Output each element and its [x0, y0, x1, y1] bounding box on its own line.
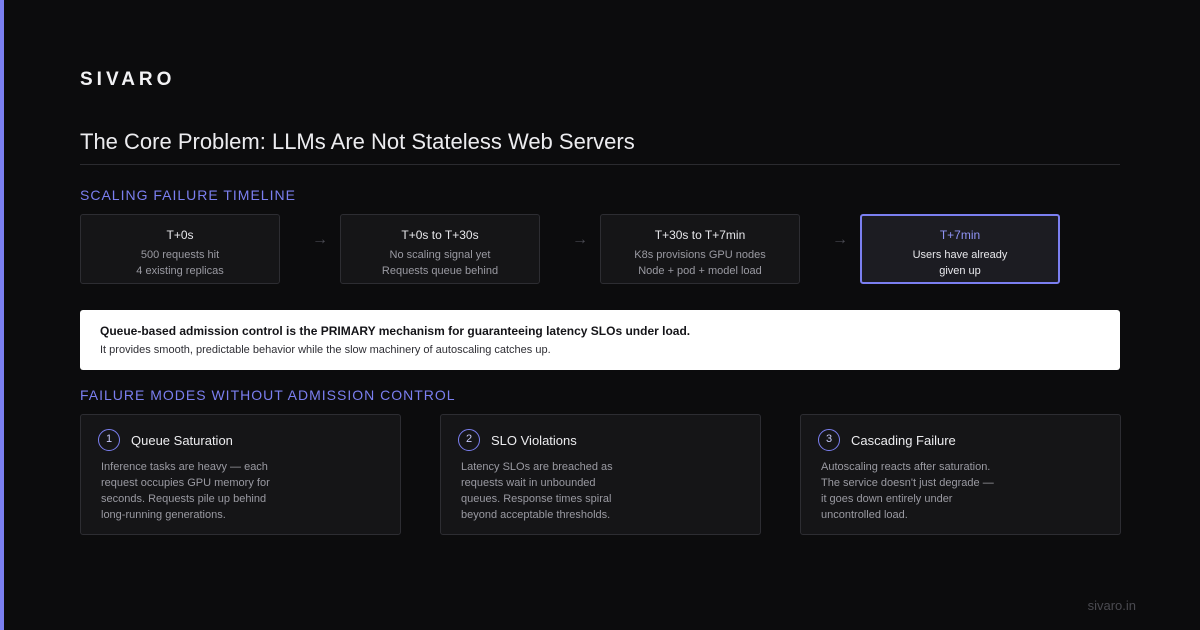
accent-bar: [0, 0, 4, 630]
timeline-step-time: T+0s: [166, 228, 194, 242]
failure-modes-section-label: FAILURE MODES WITHOUT ADMISSION CONTROL: [80, 387, 456, 403]
callout-subtext: It provides smooth, predictable behavior…: [100, 344, 551, 356]
timeline-step-1: T+0s 500 requests hit 4 existing replica…: [80, 214, 280, 284]
timeline-step-line1: 500 requests hit: [140, 249, 220, 261]
page-title: The Core Problem: LLMs Are Not Stateless…: [80, 129, 635, 154]
failure-mode-description: Inference tasks are heavy — each request…: [101, 461, 270, 521]
number-badge: 2: [458, 429, 480, 451]
failure-mode-title: Queue Saturation: [131, 433, 233, 448]
number-badge: 3: [818, 429, 840, 451]
timeline-step-line1: Users have already: [912, 249, 1008, 261]
timeline-step-4: T+7min Users have already given up: [860, 214, 1060, 284]
timeline-step-line1: No scaling signal yet: [389, 249, 491, 261]
failure-mode-title: SLO Violations: [491, 433, 577, 448]
callout-heading: Queue-based admission control is the PRI…: [100, 324, 691, 338]
failure-mode-title: Cascading Failure: [851, 433, 956, 448]
key-insight-callout: Queue-based admission control is the PRI…: [80, 310, 1120, 370]
arrow-right-icon: →: [832, 231, 848, 248]
timeline-step-line2: given up: [939, 265, 981, 277]
failure-mode-card-queue-saturation: 1 Queue Saturation Inference tasks are h…: [80, 414, 401, 535]
failure-mode-card-cascading-failure: 3 Cascading Failure Autoscaling reacts a…: [800, 414, 1121, 535]
timeline-step-time: T+30s to T+7min: [654, 228, 746, 242]
logo: SIVARO: [80, 69, 176, 90]
failure-mode-description: Autoscaling reacts after saturation. The…: [821, 461, 994, 521]
timeline-step-time: T+7min: [939, 228, 981, 242]
timeline-step-line2: 4 existing replicas: [136, 265, 224, 277]
timeline-step-2: T+0s to T+30s No scaling signal yet Requ…: [340, 214, 540, 284]
timeline-step-line2: Requests queue behind: [381, 265, 499, 277]
timeline-step-time: T+0s to T+30s: [401, 228, 479, 242]
timeline-step-line1: K8s provisions GPU nodes: [634, 249, 766, 261]
title-divider: [80, 164, 1120, 165]
footer-url: sivaro.in: [1087, 598, 1136, 613]
failure-mode-card-slo-violations: 2 SLO Violations Latency SLOs are breach…: [440, 414, 761, 535]
timeline-step-line2: Node + pod + model load: [638, 265, 762, 277]
timeline-section-label: SCALING FAILURE TIMELINE: [80, 187, 296, 203]
number-badge: 1: [98, 429, 120, 451]
failure-mode-description: Latency SLOs are breached as requests wa…: [461, 461, 613, 521]
timeline-step-3: T+30s to T+7min K8s provisions GPU nodes…: [600, 214, 800, 284]
arrow-right-icon: →: [572, 231, 588, 248]
arrow-right-icon: →: [312, 231, 328, 248]
